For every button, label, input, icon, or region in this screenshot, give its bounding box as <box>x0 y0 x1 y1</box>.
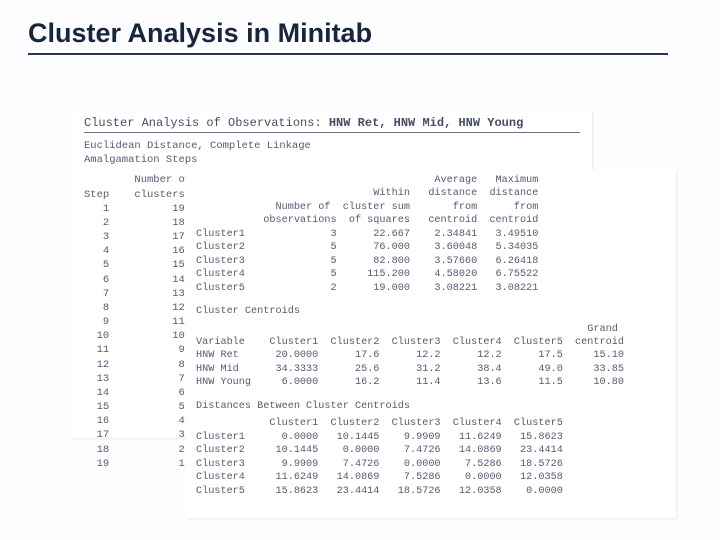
centroids-header: Grand <box>196 323 666 336</box>
centroids-title: Cluster Centroids <box>196 305 666 318</box>
distances-title: Distances Between Cluster Centroids <box>196 400 666 413</box>
centroids-header: Variable Cluster1 Cluster2 Cluster3 Clus… <box>196 336 666 349</box>
session-divider <box>84 132 580 133</box>
stats-row: Cluster3 5 82.800 3.57660 6.26418 <box>196 255 666 268</box>
session-heading-plain: Cluster Analysis of Observations: <box>84 116 329 130</box>
stats-header: Number of cluster sum from from <box>196 201 666 214</box>
stats-row: Cluster1 3 22.667 2.34841 3.49510 <box>196 228 666 241</box>
stats-header: Within distance distance <box>196 187 666 200</box>
session-panel-front: Average Maximum Within distance distance… <box>186 170 676 518</box>
distances-row: Cluster3 9.9909 7.4726 0.0000 7.5286 18.… <box>196 458 666 471</box>
distances-row: Cluster1 0.0000 10.1445 9.9909 11.6249 1… <box>196 431 666 444</box>
stats-row: Cluster5 2 19.000 3.08221 3.08221 <box>196 282 666 295</box>
centroids-row: HNW Ret 20.0000 17.6 12.2 12.2 17.5 15.1… <box>196 349 666 362</box>
distances-row: Cluster4 11.6249 14.0869 7.5286 0.0000 1… <box>196 471 666 484</box>
stats-row: Cluster4 5 115.200 4.58020 6.75522 <box>196 268 666 281</box>
centroids-row: HNW Mid 34.3333 25.6 31.2 38.4 49.0 33.8… <box>196 363 666 376</box>
title-underline <box>28 53 668 55</box>
stats-header: Average Maximum <box>196 174 666 187</box>
method-line-2: Amalgamation Steps <box>84 153 580 167</box>
method-line-1: Euclidean Distance, Complete Linkage <box>84 139 580 153</box>
session-heading-bold: HNW Ret, HNW Mid, HNW Young <box>329 116 523 130</box>
stats-row: Cluster2 5 76.000 3.60048 5.34035 <box>196 241 666 254</box>
page-title: Cluster Analysis in Minitab <box>28 18 696 49</box>
session-heading: Cluster Analysis of Observations: HNW Re… <box>84 116 580 130</box>
distances-row: Cluster5 15.8623 23.4414 18.5726 12.0358… <box>196 485 666 498</box>
distances-row: Cluster2 10.1445 0.0000 7.4726 14.0869 2… <box>196 444 666 457</box>
stats-header: observations of squares centroid centroi… <box>196 214 666 227</box>
distances-header: Cluster1 Cluster2 Cluster3 Cluster4 Clus… <box>196 417 666 430</box>
centroids-row: HNW Young 6.0000 16.2 11.4 13.6 11.5 10.… <box>196 376 666 389</box>
